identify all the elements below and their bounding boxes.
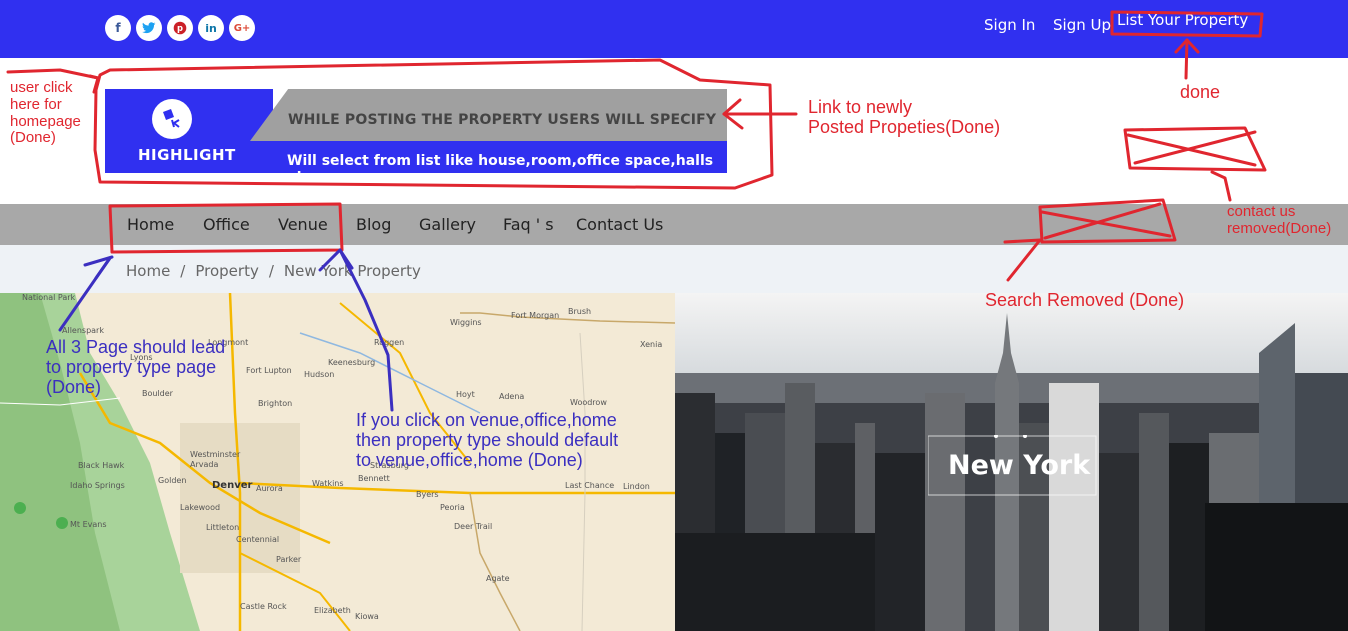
annotation-search-removed: Search Removed (Done) bbox=[985, 290, 1185, 310]
map-label: Peoria bbox=[440, 503, 465, 512]
map-label: Littleton bbox=[206, 523, 240, 532]
map-label: Arvada bbox=[190, 460, 219, 469]
google-plus-icon[interactable]: G+ bbox=[229, 15, 255, 41]
map-label: Black Hawk bbox=[78, 461, 125, 470]
annotation-venue-default: If you click on venue,office,home then p… bbox=[356, 410, 619, 471]
pinterest-icon[interactable]: p bbox=[167, 15, 193, 41]
map-label: Last Chance bbox=[565, 481, 615, 490]
map-label: Agate bbox=[486, 574, 510, 583]
map-label: Roggen bbox=[374, 338, 405, 347]
map-label: Idaho Springs bbox=[70, 481, 125, 490]
map-label: Byers bbox=[416, 490, 439, 499]
banner-subheading: Will select from list like house,room,of… bbox=[287, 153, 714, 185]
nav-contact-us[interactable]: Contact Us bbox=[576, 215, 663, 234]
svg-text:p: p bbox=[177, 23, 183, 33]
annotation-posted-properties: Link to newly Posted Propeties(Done) bbox=[808, 97, 1001, 138]
map-label: Hoyt bbox=[456, 390, 475, 399]
map-label: Westminster bbox=[190, 450, 241, 459]
annotation-done: done bbox=[1180, 82, 1221, 102]
header-banner[interactable]: HIGHLIGHT WHILE POSTING THE PROPERTY USE… bbox=[105, 89, 727, 185]
main-nav: Home Office Venue Blog Gallery Faq ' s C… bbox=[0, 204, 1348, 245]
map-label: Elizabeth bbox=[314, 606, 351, 615]
map-label: Watkins bbox=[312, 479, 344, 488]
nav-blog[interactable]: Blog bbox=[356, 215, 391, 234]
map-label: Aurora bbox=[256, 484, 283, 493]
map-label: Brighton bbox=[258, 399, 293, 408]
map-label: Mt Evans bbox=[70, 520, 107, 529]
annotation-pages-lead: All 3 Page should lead to property type … bbox=[46, 337, 226, 398]
annotation-contact-removed: contact us removed(Done) bbox=[1227, 203, 1332, 237]
map-label: Fort Lupton bbox=[246, 366, 292, 375]
map-label: Xenia bbox=[640, 340, 663, 349]
site-logo[interactable]: HIGHLIGHT bbox=[105, 89, 273, 173]
map-label: Fort Morgan bbox=[511, 311, 560, 320]
map-label: Woodrow bbox=[570, 398, 607, 407]
breadcrumb-home[interactable]: Home bbox=[126, 262, 170, 280]
breadcrumb-bar: Home / Property / New York Property bbox=[0, 245, 1348, 293]
map-label: Centennial bbox=[236, 535, 280, 544]
map-label: Allenspark bbox=[62, 326, 104, 335]
breadcrumb-property[interactable]: Property bbox=[195, 262, 258, 280]
map-label: National Park bbox=[22, 293, 76, 302]
nav-office[interactable]: Office bbox=[203, 215, 250, 234]
breadcrumb-current: New York Property bbox=[283, 262, 421, 280]
list-your-property-link[interactable]: List Your Property bbox=[1117, 11, 1248, 29]
map-label: Golden bbox=[158, 476, 187, 485]
annotation-homepage: user click here for homepage (Done) bbox=[10, 79, 81, 147]
map-label: Adena bbox=[499, 392, 525, 401]
map-label: Keenesburg bbox=[328, 358, 376, 367]
map-label: Brush bbox=[568, 307, 592, 316]
breadcrumb-separator: / bbox=[268, 262, 274, 280]
new-york-city-image: New York bbox=[675, 293, 1348, 631]
map-label: Castle Rock bbox=[240, 602, 287, 611]
linkedin-icon[interactable]: in bbox=[198, 15, 224, 41]
facebook-icon[interactable]: f bbox=[105, 15, 131, 41]
map-label: Lindon bbox=[623, 482, 650, 491]
nav-venue[interactable]: Venue bbox=[278, 215, 328, 234]
breadcrumb: Home / Property / New York Property bbox=[126, 262, 421, 280]
sign-up-link[interactable]: Sign Up bbox=[1053, 16, 1111, 34]
map-label: Denver bbox=[212, 480, 253, 491]
map-label: Parker bbox=[276, 555, 302, 564]
top-bar: f p in G+ Sign In Sign Up List Your Prop… bbox=[0, 0, 1348, 58]
map-label: Kiowa bbox=[355, 612, 379, 621]
map-label: Wiggins bbox=[450, 318, 482, 327]
nav-gallery[interactable]: Gallery bbox=[419, 215, 476, 234]
map-label: Bennett bbox=[358, 474, 390, 483]
twitter-icon[interactable] bbox=[136, 15, 162, 41]
social-links: f p in G+ bbox=[105, 15, 255, 41]
nav-faq[interactable]: Faq ' s bbox=[503, 215, 554, 234]
breadcrumb-separator: / bbox=[180, 262, 186, 280]
logo-emblem-icon bbox=[152, 99, 192, 139]
map-label: Lakewood bbox=[180, 503, 221, 512]
sign-in-link[interactable]: Sign In bbox=[984, 16, 1035, 34]
logo-text: HIGHLIGHT bbox=[138, 146, 236, 164]
banner-heading: WHILE POSTING THE PROPERTY USERS WILL SP… bbox=[288, 112, 717, 128]
map-label: Hudson bbox=[304, 370, 335, 379]
city-title: New York bbox=[948, 450, 1091, 481]
map-label: Deer Trail bbox=[454, 522, 493, 531]
nav-home[interactable]: Home bbox=[127, 215, 174, 234]
